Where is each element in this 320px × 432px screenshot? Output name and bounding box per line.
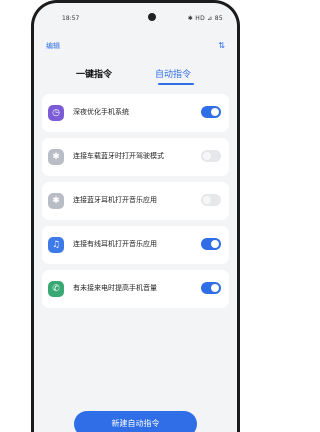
toggle-knob <box>211 240 219 248</box>
command-toggle[interactable] <box>201 194 221 206</box>
phone-frame: 18:57 ✱ HD ⊿ 85 编辑 ⇅ 一键指令 自动指令 ◷ 深夜优化手机系… <box>31 0 240 432</box>
command-label: 深夜优化手机系统 <box>73 108 129 116</box>
status-bar: 18:57 ✱ HD ⊿ 85 <box>34 13 237 25</box>
status-time: 18:57 <box>62 15 80 22</box>
command-toggle[interactable] <box>201 282 221 294</box>
command-toggle[interactable] <box>201 150 221 162</box>
sort-arrows-icon[interactable]: ⇅ <box>218 41 225 50</box>
front-camera <box>148 13 156 21</box>
toggle-knob <box>211 108 219 116</box>
toggle-knob <box>203 196 211 204</box>
headphone-icon: ♫ <box>48 237 64 253</box>
phone-icon: ✆ <box>48 281 64 297</box>
toggle-knob <box>203 152 211 160</box>
command-toggle[interactable] <box>201 106 221 118</box>
command-label: 连接车载蓝牙时打开驾驶模式 <box>73 152 164 160</box>
command-card[interactable]: ◷ 深夜优化手机系统 <box>42 94 229 132</box>
command-list: ◷ 深夜优化手机系统 ✱ 连接车载蓝牙时打开驾驶模式 ✱ 连接蓝牙耳机打开音乐应… <box>42 94 229 314</box>
new-auto-command-button[interactable]: 新建自动指令 <box>74 411 197 432</box>
command-card[interactable]: ✱ 连接车载蓝牙时打开驾驶模式 <box>42 138 229 176</box>
bluetooth-car-icon: ✱ <box>48 149 64 165</box>
bluetooth-icon: ✱ <box>48 193 64 209</box>
phone-screen: 18:57 ✱ HD ⊿ 85 编辑 ⇅ 一键指令 自动指令 ◷ 深夜优化手机系… <box>34 3 237 432</box>
status-indicators: ✱ HD ⊿ 85 <box>187 15 223 22</box>
tab-one-tap-commands[interactable]: 一键指令 <box>76 67 112 80</box>
tab-auto-commands[interactable]: 自动指令 <box>155 67 191 80</box>
moon-clock-icon: ◷ <box>48 105 64 121</box>
toggle-knob <box>211 284 219 292</box>
tab-bar: 一键指令 自动指令 <box>34 67 237 89</box>
top-bar: 编辑 ⇅ <box>34 41 237 55</box>
command-label: 连接有线耳机打开音乐应用 <box>73 240 157 248</box>
command-label: 有未接来电时提高手机音量 <box>73 284 157 292</box>
command-label: 连接蓝牙耳机打开音乐应用 <box>73 196 157 204</box>
command-card[interactable]: ✆ 有未接来电时提高手机音量 <box>42 270 229 308</box>
active-tab-indicator <box>158 83 194 85</box>
command-card[interactable]: ♫ 连接有线耳机打开音乐应用 <box>42 226 229 264</box>
edit-button[interactable]: 编辑 <box>46 41 60 51</box>
command-card[interactable]: ✱ 连接蓝牙耳机打开音乐应用 <box>42 182 229 220</box>
command-toggle[interactable] <box>201 238 221 250</box>
